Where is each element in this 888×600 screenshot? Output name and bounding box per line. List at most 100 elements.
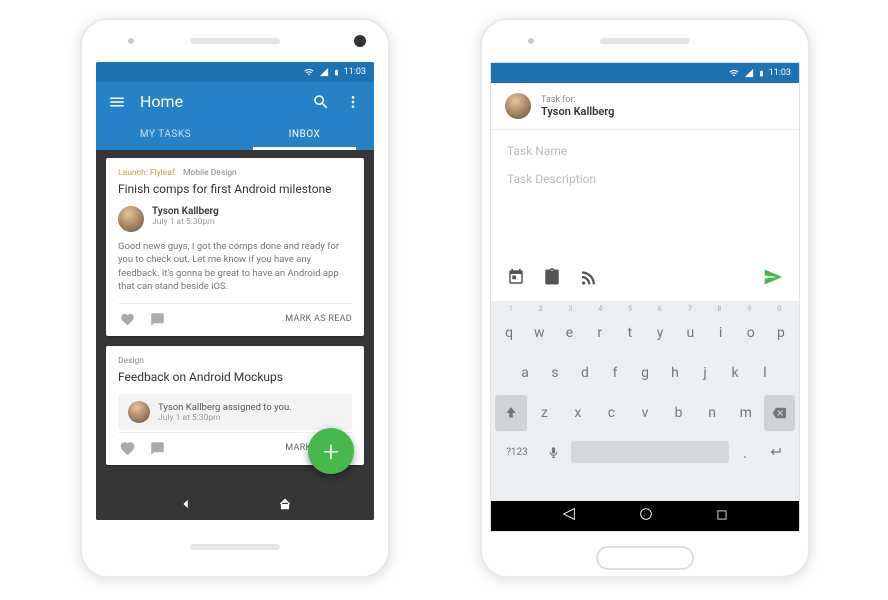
crumb-section: Design: [118, 356, 144, 366]
soft-keyboard: 1234567890 qwertyuiop asdfghjkl zxcvbnm …: [491, 301, 799, 501]
key[interactable]: i: [706, 315, 734, 351]
key[interactable]: s: [541, 355, 569, 391]
heart-icon[interactable]: [118, 439, 136, 457]
assignment-date: July 1 at 5:30pm: [158, 413, 292, 423]
bezel-bottom: [82, 520, 388, 576]
recents-icon[interactable]: [715, 507, 729, 526]
back-icon[interactable]: [561, 506, 577, 526]
crumb-project: Launch: Flyleaf: [118, 168, 175, 178]
rss-icon[interactable]: [579, 268, 597, 290]
back-icon[interactable]: [179, 496, 193, 515]
key[interactable]: t: [616, 315, 644, 351]
comment-row: Tyson Kallberg July 1 at 5:30pm: [118, 206, 352, 232]
enter-key[interactable]: [761, 437, 791, 467]
tab-bar: MY TASKS INBOX: [96, 121, 374, 150]
task-name-input[interactable]: Task Name: [507, 144, 783, 158]
avatar: [505, 93, 531, 119]
clipboard-icon[interactable]: [543, 268, 561, 290]
heart-icon[interactable]: [118, 310, 136, 328]
avatar: [128, 401, 150, 423]
battery-icon: [333, 67, 340, 78]
status-time: 11:03: [344, 67, 366, 77]
comment-icon[interactable]: [148, 439, 166, 457]
card-actions: MARK AS READ: [118, 303, 352, 328]
speaker-grille: [190, 544, 280, 550]
key[interactable]: x: [562, 395, 594, 431]
key[interactable]: q: [495, 315, 523, 351]
key[interactable]: d: [571, 355, 599, 391]
bezel-top: [82, 20, 388, 62]
status-bar: 11:03: [96, 62, 374, 82]
key[interactable]: m: [730, 395, 762, 431]
key[interactable]: l: [751, 355, 779, 391]
period-key[interactable]: .: [735, 437, 755, 467]
key[interactable]: f: [601, 355, 629, 391]
key[interactable]: n: [696, 395, 728, 431]
menu-icon[interactable]: [108, 93, 126, 111]
search-icon[interactable]: [312, 93, 330, 111]
home-icon[interactable]: [278, 496, 292, 515]
inbox-card[interactable]: Launch: Flyleaf Mobile Design Finish com…: [106, 158, 364, 336]
key[interactable]: k: [721, 355, 749, 391]
mark-as-read-button[interactable]: MARK AS READ: [285, 314, 352, 324]
keyboard-number-hints: 1234567890: [493, 305, 797, 313]
overflow-icon[interactable]: [344, 93, 362, 111]
fab-add-button[interactable]: +: [308, 428, 354, 474]
key[interactable]: z: [529, 395, 561, 431]
home-icon[interactable]: [638, 506, 654, 526]
spacebar-key[interactable]: [571, 441, 729, 463]
speaker-grille: [190, 38, 280, 44]
key[interactable]: a: [511, 355, 539, 391]
crumb-section: Mobile Design: [183, 168, 237, 178]
calendar-icon[interactable]: [507, 268, 525, 290]
keyboard-row: qwertyuiop: [493, 313, 797, 353]
key[interactable]: o: [737, 315, 765, 351]
backspace-key[interactable]: [764, 395, 796, 431]
key[interactable]: e: [555, 315, 583, 351]
shift-key[interactable]: [495, 395, 527, 431]
keyboard-bottom-row: ?123 .: [493, 433, 797, 471]
task-for-row[interactable]: Task for: Tyson Kallberg: [491, 83, 799, 130]
nav-bar: [96, 490, 374, 520]
page-title: Home: [140, 92, 298, 111]
home-button[interactable]: [596, 546, 694, 570]
task-title: Feedback on Android Mockups: [118, 370, 352, 384]
bezel-top: [482, 20, 808, 62]
mic-key[interactable]: [541, 437, 565, 467]
screen-1: 11:03 Home MY TASKS INBOX Launch: Flylea…: [96, 62, 374, 520]
comment-icon[interactable]: [148, 310, 166, 328]
wifi-icon: [728, 68, 740, 78]
signal-icon: [319, 67, 329, 77]
breadcrumb: Design: [118, 356, 352, 366]
keyboard-row: zxcvbnm: [493, 393, 797, 433]
key[interactable]: g: [631, 355, 659, 391]
keyboard-row: asdfghjkl: [493, 353, 797, 393]
sensor-dot: [528, 38, 534, 44]
tab-inbox[interactable]: INBOX: [235, 121, 374, 150]
tab-my-tasks[interactable]: MY TASKS: [96, 121, 235, 150]
key[interactable]: u: [676, 315, 704, 351]
app-bar: Home: [96, 82, 374, 121]
signal-icon: [744, 68, 754, 78]
key[interactable]: r: [586, 315, 614, 351]
symbols-key[interactable]: ?123: [499, 437, 535, 467]
key[interactable]: j: [691, 355, 719, 391]
key[interactable]: y: [646, 315, 674, 351]
compose-toolbar: [491, 257, 799, 301]
key[interactable]: v: [629, 395, 661, 431]
task-for-label: Task for:: [541, 95, 614, 105]
key[interactable]: b: [663, 395, 695, 431]
key[interactable]: c: [596, 395, 628, 431]
key[interactable]: w: [525, 315, 553, 351]
key[interactable]: p: [767, 315, 795, 351]
comment-author: Tyson Kallberg: [152, 206, 219, 217]
task-description-input[interactable]: Task Description: [507, 172, 783, 186]
assignment-row: Tyson Kallberg assigned to you. July 1 a…: [118, 394, 352, 430]
key[interactable]: h: [661, 355, 689, 391]
sensor-dot: [128, 38, 134, 44]
comment-meta: Tyson Kallberg July 1 at 5:30pm: [152, 206, 219, 232]
phone-device-1: 11:03 Home MY TASKS INBOX Launch: Flylea…: [80, 18, 390, 578]
send-button[interactable]: [763, 267, 783, 291]
speaker-grille: [600, 38, 690, 44]
screen-2: 11:03 Task for: Tyson Kallberg Task Name…: [490, 62, 800, 532]
